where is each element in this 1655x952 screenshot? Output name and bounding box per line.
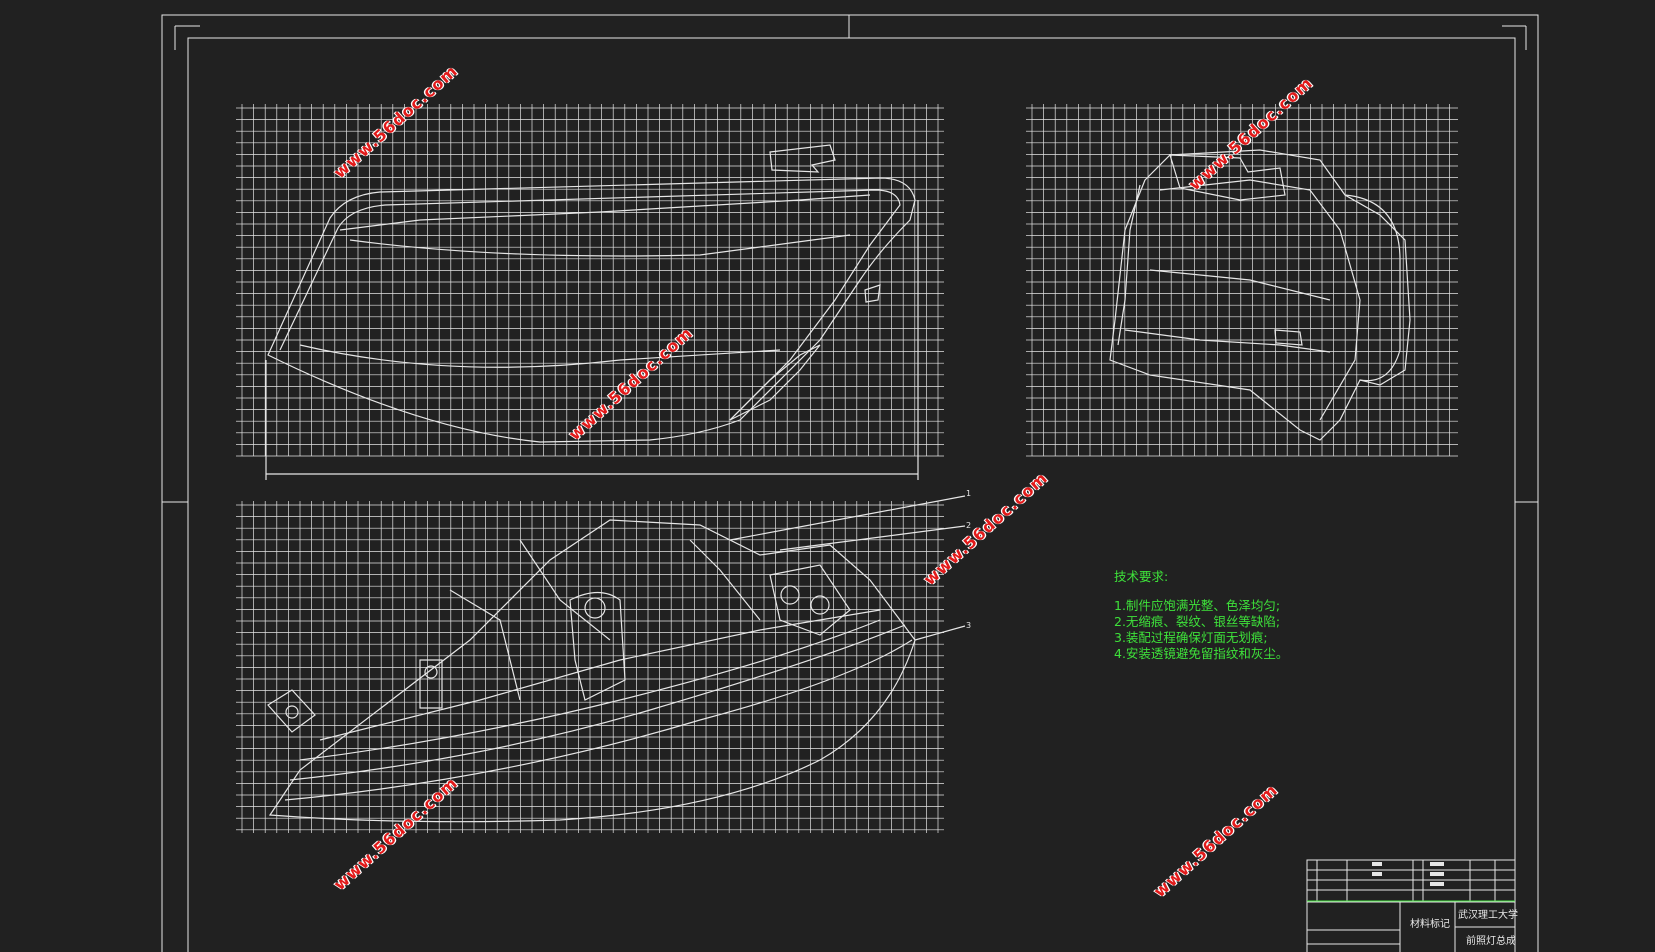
tech-requirement-item: 1.制件应饱满光整、色泽均匀; [1114,598,1281,613]
title-block-school: 武汉理工大学 [1458,910,1518,921]
front-outer-contour [267,177,916,443]
front-inner-reflector [349,234,851,257]
top-mount-hole-mid [424,665,438,679]
top-mount-hole-left [285,705,299,719]
tech-requirement-item: 3.装配过程确保灯面无划痕; [1114,630,1268,645]
headlamp-side-view-outline [1109,149,1411,441]
top-bulb-socket-3 [810,595,830,615]
title-block-material-label: 材料标记 [1410,919,1450,930]
grid-top-view [236,501,944,833]
tech-requirements-list: 1.制件应饱满光整、色泽均匀; 2.无缩痕、裂纹、银丝等缺陷; 3.装配过程确保… [1114,598,1288,662]
revision-cell-fill-2 [1372,872,1382,876]
front-mount-bracket [769,144,836,173]
side-clip [1274,329,1303,346]
leader-line-3 [914,625,966,641]
leader-label-3: 3 [966,621,971,630]
revision-cell-fill-4 [1430,872,1444,876]
leader-label-1: 1 [966,489,971,498]
side-rib-1 [1149,269,1331,301]
leader-labels: 1 2 3 [966,489,971,630]
headlamp-top-view-outline [267,495,966,823]
tech-requirement-item: 4.安装透镜避免留指纹和灰尘。 [1114,646,1289,661]
inner-border [187,37,1516,952]
leader-line-2 [779,525,966,551]
revision-cell-fill-1 [1372,862,1382,866]
top-housing-line [319,609,881,741]
leader-line-1 [729,495,966,541]
cad-drawing-sheet: 1 2 3 材料标记 武汉理工大学 前照灯总成 技术要求: 1.制件应饱满光整、… [0,0,1655,952]
top-bulb-socket-2 [780,585,800,605]
front-lower-fin [729,344,821,421]
tech-requirements-title: 技术要求: [1114,569,1169,584]
grid-side-view [1026,104,1458,457]
side-outer-contour [1109,149,1411,441]
revision-cell-fill-3 [1430,862,1444,866]
top-rib-1 [519,539,611,641]
side-rib-2 [1124,329,1331,353]
top-rib-3 [449,589,521,701]
top-rib-2 [689,539,761,621]
revision-cell-fill-5 [1430,882,1444,886]
tech-requirement-item: 2.无缩痕、裂纹、银丝等缺陷; [1114,614,1281,629]
front-lens-line [299,344,781,368]
top-bulb-socket-1 [584,597,606,619]
revision-table [1306,859,1516,903]
title-block-drawing-name: 前照灯总成 [1466,936,1516,947]
drawing-canvas: 1 2 3 [161,14,1539,952]
top-lens-curve-1 [284,639,913,801]
